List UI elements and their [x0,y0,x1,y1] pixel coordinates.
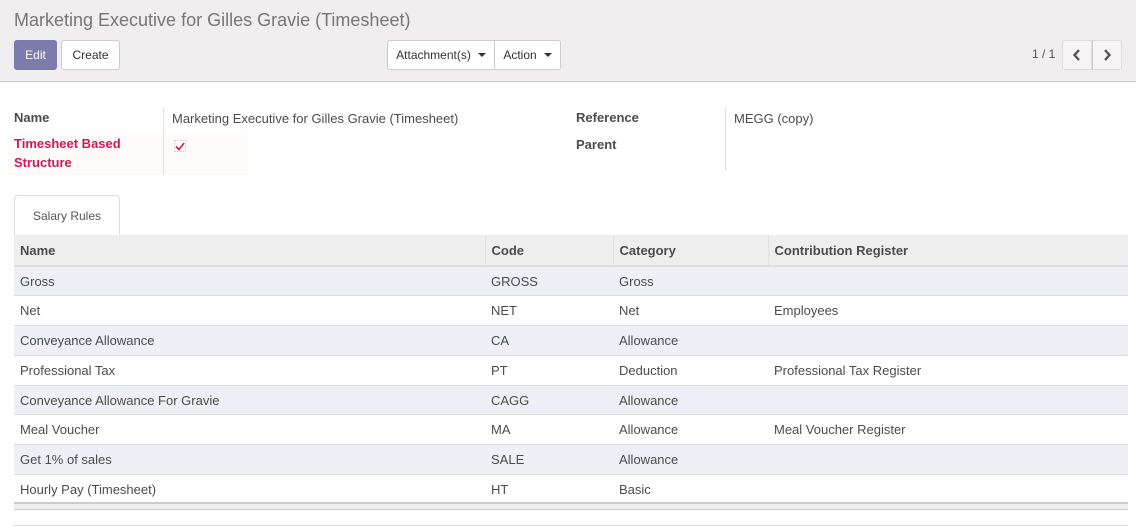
cell-name: Get 1% of sales [14,444,485,476]
cell-code: CAGG [485,385,613,416]
cell-code: NET [485,295,613,327]
column-header-name[interactable]: Name [14,235,485,267]
action-dropdown[interactable]: Action [495,40,561,70]
control-panel: Marketing Executive for Gilles Gravie (T… [0,0,1136,82]
cell-register: Employees [768,295,1128,327]
cell-name: Meal Voucher [14,414,485,446]
cell-category: Gross [613,266,768,297]
cell-register: Meal Voucher Register [768,414,1128,446]
checkmark-icon [175,142,185,151]
cell-register [768,474,1128,505]
cell-category: Allowance [613,325,768,356]
tab-salary-rules[interactable]: Salary Rules [14,195,120,236]
pager-value[interactable]: 1 / 1 [1032,47,1055,61]
cell-register [768,325,1128,356]
field-divider [725,108,726,171]
name-value: Marketing Executive for Gilles Gravie (T… [172,111,459,126]
chevron-right-icon [1104,49,1112,61]
cell-code: GROSS [485,266,613,297]
timesheet-based-label: Timesheet Based Structure [14,134,121,172]
table-footer [14,502,1128,510]
pager-buttons [1062,40,1122,70]
name-label: Name [14,110,50,125]
cell-name: Conveyance Allowance [14,325,485,356]
chevron-left-icon [1072,49,1080,61]
attachments-dropdown[interactable]: Attachment(s) [387,40,495,70]
table-row[interactable]: Conveyance Allowance For Gravie CAGG All… [14,385,1128,416]
table-header-row: Name Code Category Contribution Register [14,235,1128,267]
cell-name: Net [14,295,485,327]
page-title: Marketing Executive for Gilles Gravie (T… [14,10,411,30]
cell-name: Hourly Pay (Timesheet) [14,474,485,505]
timesheet-based-checkbox[interactable] [174,140,186,152]
column-header-category[interactable]: Category [612,235,768,267]
timesheet-label-line2: Structure [14,155,72,170]
breadcrumb: Marketing Executive for Gilles Gravie (T… [14,10,410,31]
column-header-code[interactable]: Code [484,235,613,267]
column-header-contribution-register[interactable]: Contribution Register [767,235,1128,267]
salary-rules-table: Name Code Category Contribution Register… [14,235,1128,505]
cell-category: Net [613,295,768,327]
cell-category: Deduction [613,355,768,386]
cell-code: MA [485,414,613,446]
field-divider [163,108,164,175]
reference-value: MEGG (copy) [734,111,814,126]
caret-down-icon [543,53,552,57]
cell-register: Professional Tax Register [768,355,1128,386]
table-row[interactable]: Professional Tax PT Deduction Profession… [14,355,1128,386]
cell-code: CA [485,325,613,356]
parent-label: Parent [576,137,617,152]
create-button[interactable]: Create [61,40,120,70]
pager-next-button[interactable] [1092,40,1122,70]
table-row[interactable]: Get 1% of sales SALE Allowance [14,444,1128,476]
timesheet-label-line1: Timesheet Based [14,136,121,151]
sheet-bottom-divider [14,525,1128,526]
cell-register [768,385,1128,416]
cell-code: SALE [485,444,613,476]
cell-name: Professional Tax [14,355,485,386]
action-label: Action [503,48,537,62]
pager-previous-button[interactable] [1062,40,1092,70]
table-row[interactable]: Conveyance Allowance CA Allowance [14,325,1128,356]
cell-category: Allowance [613,385,768,416]
cell-code: PT [485,355,613,386]
cell-register [768,444,1128,476]
table-row[interactable]: Gross GROSS Gross [14,266,1128,297]
cell-category: Allowance [613,414,768,446]
edit-button[interactable]: Edit [14,40,57,70]
attachments-label: Attachment(s) [396,48,471,62]
reference-label: Reference [576,110,639,125]
sidebar-actions: Attachment(s) Action [387,40,561,70]
cell-category: Allowance [613,444,768,476]
table-row[interactable]: Hourly Pay (Timesheet) HT Basic [14,474,1128,505]
cell-category: Basic [613,474,768,505]
table-row[interactable]: Net NET Net Employees [14,295,1128,327]
cell-name: Conveyance Allowance For Gravie [14,385,485,416]
cell-code: HT [485,474,613,505]
caret-down-icon [477,53,486,57]
table-row[interactable]: Meal Voucher MA Allowance Meal Voucher R… [14,414,1128,446]
cell-name: Gross [14,266,485,297]
cell-register [768,266,1128,297]
